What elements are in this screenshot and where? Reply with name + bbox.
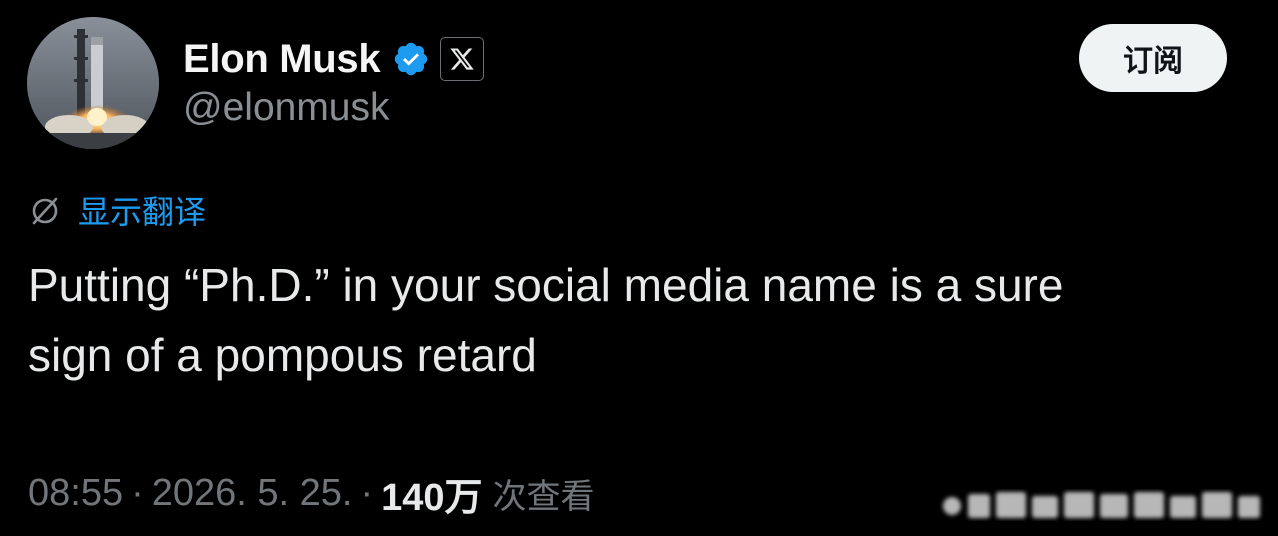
avatar[interactable] bbox=[27, 17, 159, 149]
verified-badge-icon[interactable] bbox=[392, 40, 430, 78]
show-translation-link[interactable]: 显示翻译 bbox=[28, 190, 207, 231]
rocket-launch-avatar bbox=[27, 17, 159, 149]
views-count: 140万 bbox=[381, 476, 483, 519]
views-label: 次查看 bbox=[492, 476, 595, 517]
tweet-time[interactable]: 08:55 bbox=[28, 472, 123, 515]
meta-separator: · bbox=[360, 471, 374, 514]
show-translation-label: 显示翻译 bbox=[78, 193, 207, 231]
tweet-date[interactable]: 2026. 5. 25. bbox=[152, 472, 353, 515]
meta-separator: · bbox=[131, 471, 144, 514]
subscribe-button[interactable]: 订阅 bbox=[1079, 24, 1227, 92]
tweet-meta: 08:55 · 2026. 5. 25. · 140万 次查看 bbox=[28, 468, 595, 519]
author-display-name[interactable]: Elon Musk bbox=[183, 37, 381, 82]
x-logo-icon[interactable] bbox=[440, 37, 485, 81]
globe-slash-icon bbox=[28, 193, 62, 227]
author-handle[interactable]: @elonmusk bbox=[183, 86, 390, 130]
author-name-row: Elon Musk bbox=[183, 34, 485, 84]
tweet-text: Putting “Ph.D.” in your social media nam… bbox=[28, 259, 1064, 381]
watermark bbox=[938, 486, 1266, 524]
